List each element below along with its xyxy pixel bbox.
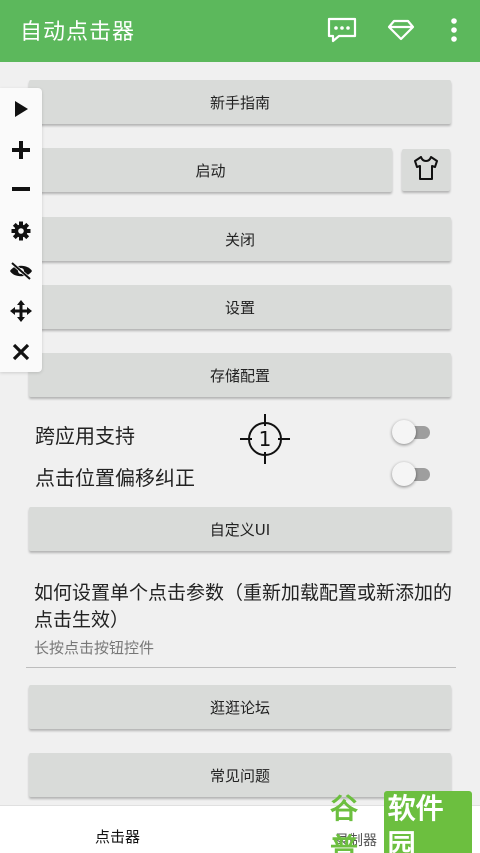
start-button[interactable]: 启动 bbox=[29, 148, 392, 192]
watermark-text-1: 谷普 bbox=[330, 792, 358, 853]
custom-ui-button[interactable]: 自定义UI bbox=[29, 507, 451, 551]
plus-icon[interactable] bbox=[6, 135, 36, 165]
app-title: 自动点击器 bbox=[20, 20, 136, 45]
help-title: 如何设置单个点击参数（重新加载配置或新添加的点击生效） bbox=[34, 582, 453, 631]
offset-correction-label: 点击位置偏移纠正 bbox=[35, 466, 195, 490]
watermark-text-2: 软件园 bbox=[383, 791, 472, 853]
minus-icon[interactable] bbox=[6, 175, 36, 205]
save-config-button[interactable]: 存储配置 bbox=[29, 353, 451, 397]
eye-off-icon[interactable] bbox=[6, 256, 36, 286]
diamond-icon[interactable] bbox=[383, 12, 419, 48]
watermark-logo: 谷普 软件园 bbox=[330, 791, 472, 853]
shirt-icon bbox=[412, 155, 440, 185]
floating-toolbar bbox=[0, 88, 42, 372]
target-marker[interactable]: 1 bbox=[240, 414, 290, 464]
play-icon[interactable] bbox=[6, 94, 36, 124]
guide-button[interactable]: 新手指南 bbox=[29, 80, 451, 124]
close-button[interactable]: 关闭 bbox=[29, 217, 451, 261]
more-vert-icon[interactable] bbox=[436, 12, 472, 48]
tab-clicker[interactable]: 点击器 bbox=[95, 826, 140, 847]
target-marker-number: 1 bbox=[258, 427, 272, 451]
settings-button[interactable]: 设置 bbox=[29, 285, 451, 329]
close-icon[interactable] bbox=[6, 337, 36, 367]
gear-icon[interactable] bbox=[6, 216, 36, 246]
offset-correction-toggle[interactable] bbox=[392, 462, 432, 486]
help-subtitle: 长按点击按钮控件 bbox=[34, 639, 155, 657]
forum-button[interactable]: 逛逛论坛 bbox=[29, 685, 451, 729]
chat-icon[interactable] bbox=[324, 12, 360, 48]
divider bbox=[26, 667, 456, 668]
cross-app-support-label: 跨应用支持 bbox=[35, 424, 135, 448]
theme-button[interactable] bbox=[402, 149, 450, 191]
move-icon[interactable] bbox=[6, 296, 36, 326]
cross-app-toggle[interactable] bbox=[392, 420, 432, 444]
app-bar: 自动点击器 bbox=[0, 0, 480, 62]
